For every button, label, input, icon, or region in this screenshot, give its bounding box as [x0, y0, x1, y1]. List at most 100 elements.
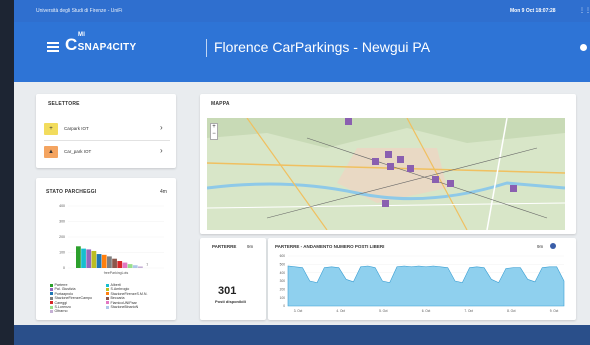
legend-label: S.Ambrogio: [110, 287, 130, 292]
y-tick-label: 600: [280, 254, 286, 258]
y-tick-label: 300: [280, 279, 286, 283]
legend-item[interactable]: StazioneBinarioN: [106, 305, 138, 309]
legend-swatch: [106, 283, 109, 287]
zoom-out-button[interactable]: −: [211, 131, 217, 138]
x-axis-label: freeParkingLots: [104, 271, 129, 275]
chevron-right-icon: ›: [160, 123, 163, 132]
x-tick-label: 8. Oct: [507, 309, 516, 313]
menu-icon[interactable]: [47, 42, 59, 52]
map-view[interactable]: [207, 118, 565, 230]
legend-swatch: [106, 301, 109, 305]
x-tick-label: 9. Oct: [550, 309, 559, 313]
bar: [96, 254, 102, 268]
bar: [132, 265, 138, 268]
legend-label: Beccaria: [110, 296, 125, 301]
parking-marker-icon[interactable]: [407, 165, 414, 172]
carpark-marker-icon: +: [44, 123, 58, 135]
parking-marker-icon[interactable]: [382, 200, 389, 207]
parking-marker-icon[interactable]: [372, 158, 379, 165]
legend-label: Pal. Giustizia: [54, 287, 76, 292]
header-divider: [206, 39, 207, 57]
legend-label: Oltrarno: [54, 309, 68, 314]
x-tick-label: 3. Oct: [294, 309, 303, 313]
parking-marker-icon[interactable]: [345, 118, 352, 125]
x-tick-label: 5. Oct: [379, 309, 388, 313]
legend-swatch: [50, 309, 53, 313]
selector-item-car-park-iot[interactable]: ▲ Car_park IOT ›: [44, 143, 170, 161]
zoom-in-button[interactable]: +: [211, 124, 217, 131]
bottom-bar: [14, 325, 590, 345]
widget-info-icon[interactable]: [550, 243, 556, 249]
bar: [138, 266, 143, 268]
car-park-marker-icon: ▲: [44, 146, 58, 158]
x-tick-label: 7. Oct: [464, 309, 473, 313]
legend-label: Portaaprolo: [54, 291, 74, 296]
y-tick-label: 200: [280, 288, 286, 292]
parterre-free-spots-value: 301: [218, 285, 237, 297]
legend-swatch: [106, 287, 109, 291]
parking-status-bar-chart: 0 100 200 300 400 7 freeParkingLots: [59, 204, 164, 275]
parking-marker-icon[interactable]: [432, 176, 439, 183]
legend-swatch: [106, 292, 109, 296]
y-tick-label: 0: [63, 266, 65, 270]
browser-url: Università degli Studi di Firenze - UniF…: [36, 8, 123, 14]
selector-title: SELETTORE: [48, 101, 80, 107]
legend-swatch: [106, 296, 109, 300]
status-dot-icon[interactable]: [580, 44, 587, 51]
legend-label: FiamicoUNIPaar: [110, 300, 137, 305]
legend-label: S.Lorenzo: [54, 305, 71, 309]
legend-label: Parterre: [54, 283, 68, 287]
legend-swatch: [106, 305, 109, 309]
parking-marker-icon[interactable]: [447, 180, 454, 187]
snap4city-logo: MI CSNAP4CITY: [65, 32, 137, 54]
parterre-free-spots-label: Posti disponibili: [215, 299, 246, 304]
y-tick-label: 500: [280, 263, 286, 267]
clock: Mon 9 Oct 18:07:28: [510, 8, 556, 14]
system-top-bar: Università degli Studi di Firenze - UniF…: [14, 0, 590, 22]
map-title: MAPPA: [211, 101, 230, 107]
apps-grid-icon[interactable]: ⋮⋮⋮: [579, 7, 590, 14]
bar: [76, 246, 81, 268]
map-canvas: [207, 118, 565, 230]
x-tick-label: 4. Oct: [336, 309, 345, 313]
parking-marker-icon[interactable]: [397, 156, 404, 163]
bar: [127, 264, 133, 268]
legend-label: Alberti: [110, 283, 121, 287]
parking-marker-icon[interactable]: [387, 163, 394, 170]
bar: [101, 254, 107, 268]
legend-label: StazioneFirenzeS.M.N.: [110, 291, 148, 296]
bar: [91, 250, 97, 268]
parterre-value-widget: [200, 238, 266, 320]
y-tick-label: 200: [59, 235, 65, 239]
legend-swatch: [50, 287, 53, 291]
y-tick-label: 100: [280, 296, 286, 300]
trend-title: PARTERRE - ANDAMENTO NUMERO POSTI LIBERI: [275, 244, 385, 249]
x-tick-label: 6. Oct: [422, 309, 431, 313]
area-series: [287, 265, 565, 307]
page-title: Florence CarParkings - Newgui PA: [214, 39, 431, 55]
y-tick-label: 400: [280, 271, 286, 275]
legend-swatch: [50, 283, 53, 287]
parking-status-interval: 4m: [160, 189, 167, 195]
legend-swatch: [50, 296, 53, 300]
legend-item[interactable]: Oltrarno: [50, 309, 67, 313]
parking-marker-icon[interactable]: [510, 185, 517, 192]
y-tick-label: 100: [59, 251, 65, 255]
legend-swatch: [50, 305, 53, 309]
parking-status-title: STATO PARCHEGGI: [46, 189, 97, 195]
bar-annotation: 7: [146, 263, 148, 267]
chevron-right-icon: ›: [160, 146, 163, 155]
legend-label: Careggi: [54, 300, 68, 305]
parking-marker-icon[interactable]: [385, 151, 392, 158]
bar: [86, 249, 92, 268]
bar: [81, 248, 86, 268]
legend-swatch: [50, 292, 53, 296]
parterre-title: PARTERRE: [212, 244, 237, 249]
y-tick-label: 0: [283, 304, 285, 308]
selector-divider: [44, 140, 170, 141]
parterre-interval: 9m: [247, 244, 254, 249]
selector-item-label: Car_park IOT: [64, 149, 92, 154]
selector-item-label: Carpark IOT: [64, 126, 89, 131]
selector-item-carpark-iot[interactable]: + Carpark IOT ›: [44, 120, 170, 138]
y-tick-label: 300: [59, 220, 65, 224]
